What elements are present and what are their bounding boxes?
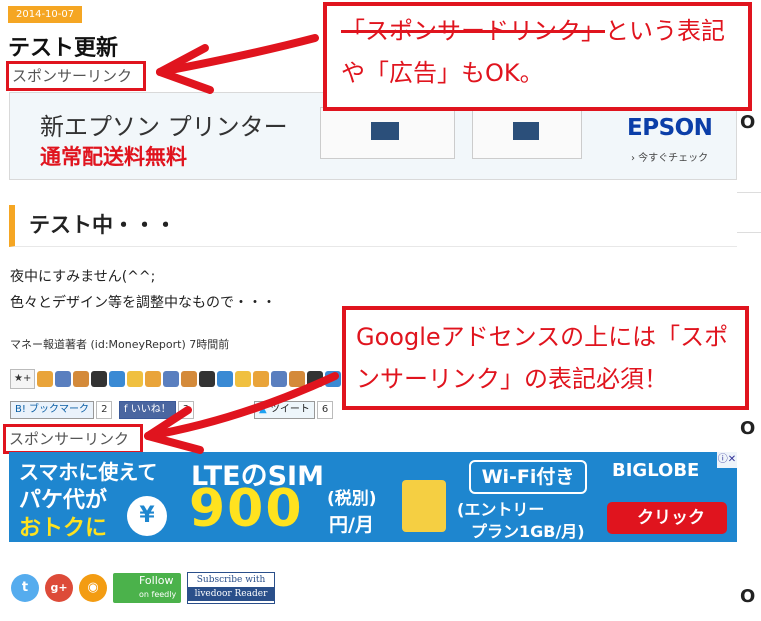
hatena-star-icon[interactable] xyxy=(37,371,54,387)
body-text: 夜中にすみません(^^; xyxy=(10,269,156,285)
sponsored-label-top: スポンサーリンク xyxy=(6,61,146,91)
facebook-like-button[interactable]: f いいね！ xyxy=(119,401,176,419)
hatena-star-icon[interactable] xyxy=(271,371,288,387)
ad-headline: 新エプソン プリンター xyxy=(40,113,288,141)
ad-price-note: (税別) xyxy=(327,489,377,509)
twitter-bird-icon: ▲ xyxy=(259,404,270,415)
ad-text: おトクに xyxy=(19,516,108,541)
sidebar-heading: O xyxy=(740,418,756,439)
hatena-star-icon[interactable] xyxy=(145,371,162,387)
hatena-star-icon[interactable] xyxy=(217,371,234,387)
hatena-star-icon[interactable] xyxy=(235,371,252,387)
ad-plan-text: (エントリー xyxy=(457,500,545,519)
sidebar-heading: O xyxy=(740,112,756,133)
printer-image xyxy=(472,109,582,159)
footer-follow-icons: t g+ ◉ Follow on feedly Subscribe with l… xyxy=(11,572,275,604)
hatena-star-icon[interactable] xyxy=(55,371,72,387)
google-plus-icon[interactable]: g+ xyxy=(45,574,73,602)
printer-image xyxy=(320,107,455,159)
hatena-bookmark-button[interactable]: B! ブックマーク xyxy=(10,401,95,419)
ad-subline: 通常配送料無料 xyxy=(40,145,187,169)
hatena-star-icon[interactable] xyxy=(253,371,270,387)
ad-cta-link[interactable]: › 今すぐチェック xyxy=(631,149,708,164)
ad-price: 900 xyxy=(189,479,304,539)
author-line: マネー報道著者 (id:MoneyReport) 7時間前 xyxy=(10,338,230,351)
entry-title[interactable]: テスト更新 xyxy=(8,30,118,62)
hatena-star-icon[interactable] xyxy=(109,371,126,387)
annotation-callout-2: Googleアドセンスの上には「スポンサーリンク」の表記必須！ xyxy=(342,306,749,410)
sidebar-divider xyxy=(737,192,761,193)
ad-price-unit: 円/月 xyxy=(329,514,374,536)
feedly-follow-button[interactable]: Follow on feedly xyxy=(113,573,181,603)
add-star-button[interactable]: ★+ xyxy=(10,369,36,389)
hatena-star-icon[interactable] xyxy=(289,371,306,387)
ad-text: スマホに使えて xyxy=(19,460,158,484)
hatena-star-icon[interactable] xyxy=(181,371,198,387)
sidebar-heading: O xyxy=(740,586,756,607)
ad-plan-text: プラン1GB/月) xyxy=(471,522,585,541)
facebook-like-widget: f いいね！ 3 xyxy=(119,401,195,419)
sponsored-label-bottom: スポンサーリンク xyxy=(3,424,143,454)
hatena-star-icon[interactable] xyxy=(91,371,108,387)
hatena-star-icon[interactable] xyxy=(199,371,216,387)
biglobe-logo: BIGLOBE xyxy=(612,460,700,481)
tweet-count: 6 xyxy=(316,401,334,419)
livedoor-reader-button[interactable]: Subscribe with livedoor Reader xyxy=(187,572,275,604)
rss-icon[interactable]: ◉ xyxy=(79,574,107,602)
epson-logo: EPSON xyxy=(627,115,713,141)
section-heading: テスト中・・・ xyxy=(9,205,737,247)
tweet-widget: ▲ ツイート 6 xyxy=(254,401,334,419)
twitter-icon[interactable]: t xyxy=(11,574,39,602)
hatena-bookmark-count[interactable]: 2 xyxy=(96,401,113,419)
body-text: 色々とデザイン等を調整中なもので・・・ xyxy=(10,295,276,311)
hatena-star-icon[interactable] xyxy=(325,371,342,387)
biglobe-ad-banner[interactable]: スマホに使えて パケ代が おトクに ¥ LTEのSIM 900 (税別) 円/月… xyxy=(9,452,737,542)
hatena-bookmark-widget: B! ブックマーク 2 xyxy=(10,401,113,419)
callout-strikethrough-text: 「スポンサードリンク」 xyxy=(341,17,605,45)
annotation-arrow-1 xyxy=(156,34,319,94)
yen-arrow-icon: ¥ xyxy=(127,496,167,536)
facebook-like-count: 3 xyxy=(177,401,195,419)
sidebar-divider xyxy=(737,232,761,233)
hatena-star-icon[interactable] xyxy=(307,371,324,387)
tweet-button[interactable]: ▲ ツイート xyxy=(254,401,315,419)
ad-click-button[interactable]: クリック xyxy=(607,502,727,534)
date-badge: 2014-10-07 xyxy=(8,6,83,23)
annotation-callout-1: 「スポンサードリンク」という表記や「広告」もOK。 xyxy=(323,2,752,111)
hatena-star-icon[interactable] xyxy=(163,371,180,387)
sim-card-icon xyxy=(402,480,446,532)
star-bar: ★+ xyxy=(10,368,360,390)
hatena-star-icon[interactable] xyxy=(127,371,144,387)
hatena-star-icon[interactable] xyxy=(73,371,90,387)
adchoices-icon[interactable]: ⓘ✕ xyxy=(717,452,737,468)
wifi-badge: Wi-Fi付き xyxy=(469,460,587,494)
